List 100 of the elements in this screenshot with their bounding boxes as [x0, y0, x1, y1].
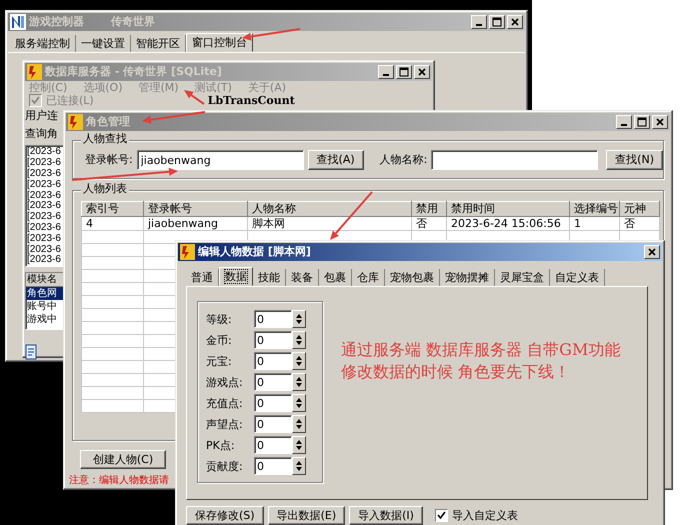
- field-label: PK点:: [206, 438, 236, 452]
- spin-button[interactable]: [292, 352, 306, 370]
- column-header[interactable]: 人物名称: [248, 201, 412, 216]
- field-label: 游戏点:: [206, 376, 244, 389]
- list-item[interactable]: 账号中: [26, 300, 63, 314]
- spin-button[interactable]: [292, 436, 306, 454]
- table-cell: 脚本网: [248, 216, 412, 231]
- number-field[interactable]: 0: [254, 394, 292, 412]
- up-down-arrows-icon: [295, 355, 303, 368]
- close-button[interactable]: [644, 245, 660, 259]
- tab[interactable]: 仓库: [352, 269, 385, 286]
- annotation-arrow: [142, 111, 206, 124]
- field-label: 元宝:: [206, 354, 233, 368]
- field-label: 用户连: [25, 109, 59, 124]
- number-field[interactable]: 0: [254, 457, 292, 476]
- search-button[interactable]: 查找(N): [606, 150, 663, 170]
- create-button[interactable]: 创建人物(C): [80, 450, 166, 469]
- maximize-icon: [637, 117, 647, 127]
- up-down-arrows-icon: [295, 397, 303, 410]
- column-header[interactable]: 禁用时间: [446, 201, 570, 216]
- minimize-icon: [383, 74, 389, 76]
- list-item[interactable]: 角色网: [26, 287, 63, 300]
- table-cell: 4: [82, 216, 144, 231]
- checkbox[interactable]: [434, 509, 448, 522]
- column-header[interactable]: 选择编号: [570, 201, 620, 216]
- log-line: [2023-6: [26, 168, 62, 180]
- log-line: [2023-6: [26, 190, 62, 201]
- spin-button[interactable]: [292, 457, 306, 476]
- app-icon: [27, 64, 42, 80]
- log-line: [2023-6: [26, 222, 62, 234]
- column-header[interactable]: 索引号: [82, 201, 144, 216]
- group-title: 人物列表: [81, 182, 129, 196]
- text-field[interactable]: [431, 150, 598, 170]
- close-icon: [417, 67, 427, 77]
- spin-button[interactable]: [292, 373, 306, 392]
- tab[interactable]: 服务端控制: [10, 35, 76, 52]
- minimize-button[interactable]: [378, 65, 394, 79]
- number-field[interactable]: 0: [254, 310, 292, 328]
- column-header[interactable]: 禁用: [412, 201, 446, 216]
- field-label: 登录帐号:: [85, 153, 133, 167]
- field-label: 等级:: [206, 312, 233, 326]
- dialog-button[interactable]: 导入数据(I): [349, 506, 423, 525]
- tab[interactable]: 灵犀宝盒: [495, 269, 550, 286]
- number-field[interactable]: 0: [254, 352, 292, 370]
- column-header[interactable]: 登录帐号: [144, 201, 248, 216]
- up-down-arrows-icon: [295, 313, 303, 326]
- list-item[interactable]: 游戏中: [26, 313, 63, 326]
- dialog-button[interactable]: 保存修改(S): [186, 506, 264, 525]
- maximize-button[interactable]: [396, 65, 412, 79]
- close-icon: [510, 17, 520, 27]
- table-cell: 1: [570, 216, 620, 231]
- tab[interactable]: 装备: [286, 269, 319, 286]
- number-field[interactable]: 0: [254, 415, 292, 434]
- log-line: [2023-6: [26, 234, 62, 244]
- status-label: LbTransCount: [208, 94, 295, 108]
- log-line: [2023-6: [26, 244, 62, 255]
- close-button[interactable]: [652, 115, 668, 129]
- log-line: [2023-6: [26, 201, 62, 212]
- column-header[interactable]: 元神: [620, 201, 660, 216]
- tab[interactable]: 技能: [253, 269, 286, 286]
- number-field[interactable]: 0: [254, 436, 292, 454]
- tab[interactable]: 包裹: [319, 269, 352, 286]
- field-label: 查询角: [25, 127, 59, 142]
- window-title: 数据库服务器 - 传奇世界 [SQLite]: [45, 65, 222, 79]
- field-label: 充值点:: [206, 396, 244, 410]
- field-label: 金币:: [206, 334, 233, 347]
- number-field[interactable]: 0: [254, 373, 292, 392]
- dialog-button[interactable]: 导出数据(E): [268, 506, 346, 525]
- minimize-button[interactable]: [471, 15, 487, 29]
- spin-button[interactable]: [292, 394, 306, 412]
- tab[interactable]: 窗口控制台: [186, 33, 253, 52]
- tab[interactable]: 宠物摆摊: [440, 269, 495, 286]
- log-line: [2023-6: [26, 158, 62, 168]
- annotation-arrow: [330, 191, 373, 240]
- maximize-button[interactable]: [634, 115, 650, 129]
- checkbox-label: 已连接(L): [46, 94, 94, 108]
- maximize-button[interactable]: [489, 15, 505, 29]
- tab[interactable]: 宠物包裹: [385, 269, 440, 286]
- maximize-icon: [492, 17, 502, 27]
- tab[interactable]: 一键设置: [76, 35, 131, 52]
- annotation-text: 修改数据的时候 角色要先下线！: [341, 361, 572, 384]
- text-field[interactable]: jiaobenwang: [136, 150, 304, 170]
- tab[interactable]: 数据: [219, 267, 253, 286]
- close-button[interactable]: [507, 15, 523, 29]
- spin-button[interactable]: [292, 310, 306, 328]
- field-label: 贡献度:: [206, 460, 244, 473]
- search-button[interactable]: 查找(A): [308, 150, 364, 170]
- field-label: 人物名称:: [380, 153, 428, 167]
- log-line: [2023-6: [26, 212, 62, 222]
- spin-button[interactable]: [292, 331, 306, 350]
- tab[interactable]: 自定义表: [550, 269, 605, 286]
- close-icon: [655, 117, 665, 127]
- close-button[interactable]: [414, 65, 430, 79]
- number-field[interactable]: 0: [254, 331, 292, 350]
- group-title: 人物查找: [81, 132, 129, 146]
- minimize-button[interactable]: [616, 115, 632, 129]
- table-cell: jiaobenwang: [144, 216, 248, 231]
- spin-button[interactable]: [292, 415, 306, 434]
- log-line: [2023-6: [26, 147, 62, 158]
- up-down-arrows-icon: [295, 460, 303, 472]
